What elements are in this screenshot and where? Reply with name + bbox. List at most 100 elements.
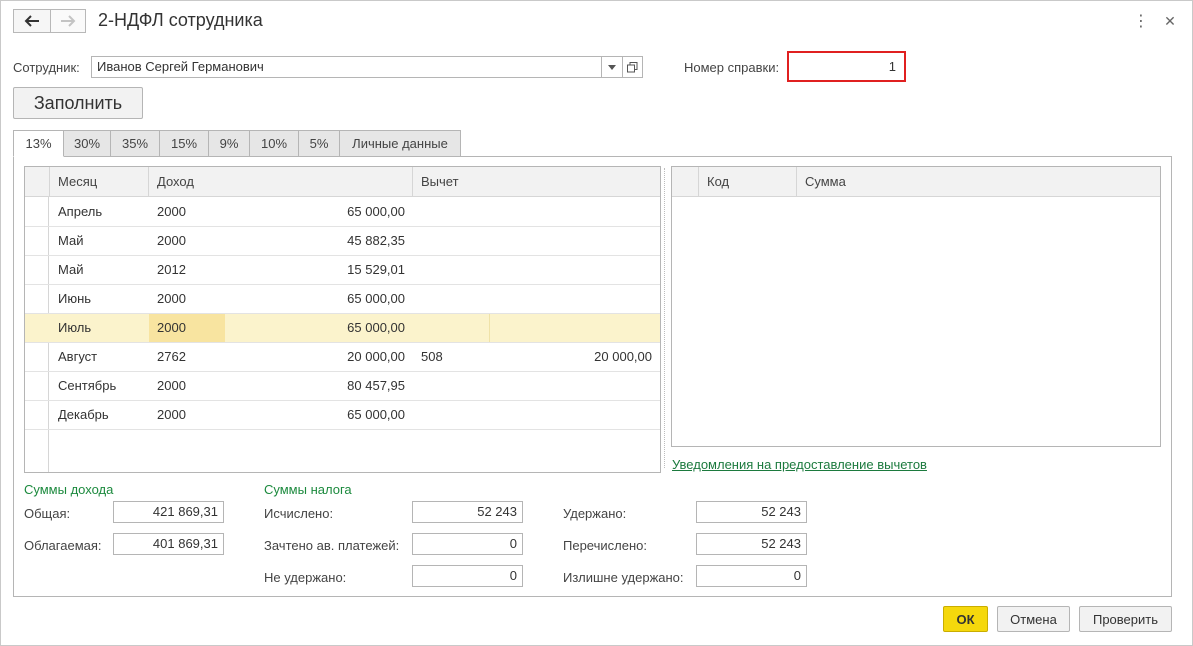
cell-income-amount: 15 529,01 bbox=[347, 262, 405, 277]
table-row[interactable]: Июль 2000 65 000,00 bbox=[25, 314, 660, 343]
taxable-income-field[interactable]: 401 869,31 bbox=[113, 533, 224, 555]
advance-payments-field[interactable]: 0 bbox=[412, 533, 523, 555]
cell-month: Август bbox=[58, 349, 98, 364]
cell-income-code: 2000 bbox=[157, 407, 186, 422]
tab-13[interactable]: 13% bbox=[13, 130, 64, 157]
cell-deduction-amount bbox=[489, 256, 660, 284]
cell-month: Декабрь bbox=[58, 407, 109, 422]
chevron-down-icon bbox=[608, 64, 616, 70]
cell-deduction-amount bbox=[489, 401, 660, 429]
cell-month: Сентябрь bbox=[58, 378, 117, 393]
table-row[interactable]: Сентябрь 2000 80 457,95 bbox=[25, 372, 660, 401]
income-table[interactable]: Месяц Доход Вычет Апрель 2000 65 000,00 Май… bbox=[24, 166, 661, 473]
not-withheld-label: Не удержано: bbox=[264, 570, 347, 585]
table-row[interactable]: Май 2012 15 529,01 bbox=[25, 256, 660, 285]
cell-income-amount: 65 000,00 bbox=[347, 291, 405, 306]
table-row[interactable]: Апрель 2000 65 000,00 bbox=[25, 198, 660, 227]
deductions-table[interactable]: Код Сумма bbox=[671, 166, 1161, 447]
cell-income-code: 2000 bbox=[157, 233, 186, 248]
cell-income-code: 2762 bbox=[157, 349, 186, 364]
notifications-link[interactable]: Уведомления на предоставление вычетов bbox=[672, 457, 927, 472]
more-icon[interactable]: ⋮ bbox=[1132, 12, 1150, 30]
withheld-field[interactable]: 52 243 bbox=[696, 501, 807, 523]
cell-deduction-code bbox=[413, 256, 489, 284]
header-income[interactable]: Доход bbox=[149, 167, 413, 197]
open-window-icon bbox=[627, 61, 638, 72]
cell-income-amount: 65 000,00 bbox=[347, 204, 405, 219]
total-income-field[interactable]: 421 869,31 bbox=[113, 501, 224, 523]
header-marker bbox=[25, 167, 50, 197]
transferred-field[interactable]: 52 243 bbox=[696, 533, 807, 555]
income-sums-title: Суммы дохода bbox=[24, 482, 114, 497]
rate-tabs: 13% 30% 35% 15% 9% 10% 5% Личные данные bbox=[13, 130, 461, 157]
certificate-number-label: Номер справки: bbox=[684, 60, 780, 75]
taxable-income-label: Облагаемая: bbox=[24, 538, 102, 553]
cell-income-code: 2000 bbox=[157, 291, 186, 306]
income-table-header: Месяц Доход Вычет bbox=[25, 167, 660, 197]
tab-personal-data[interactable]: Личные данные bbox=[340, 130, 461, 157]
cell-income-amount: 65 000,00 bbox=[347, 320, 405, 335]
cell-deduction-code bbox=[413, 285, 489, 313]
cell-deduction-code bbox=[413, 198, 489, 226]
excess-withheld-field[interactable]: 0 bbox=[696, 565, 807, 587]
table-row[interactable]: Май 2000 45 882,35 bbox=[25, 227, 660, 256]
deductions-table-header: Код Сумма bbox=[672, 167, 1160, 197]
header-marker bbox=[672, 167, 699, 197]
table-row[interactable]: Декабрь 2000 65 000,00 bbox=[25, 401, 660, 430]
cell-deduction-code bbox=[413, 401, 489, 429]
header-sum[interactable]: Сумма bbox=[797, 167, 1160, 197]
header-month[interactable]: Месяц bbox=[50, 167, 149, 197]
cell-deduction-amount bbox=[489, 227, 660, 255]
calculated-field[interactable]: 52 243 bbox=[412, 501, 523, 523]
forward-button[interactable] bbox=[50, 9, 86, 33]
not-withheld-field[interactable]: 0 bbox=[412, 565, 523, 587]
cell-deduction-code bbox=[413, 314, 489, 342]
cell-deduction-amount: 20 000,00 bbox=[594, 349, 652, 364]
transferred-label: Перечислено: bbox=[563, 538, 647, 553]
advance-payments-label: Зачтено ав. платежей: bbox=[264, 538, 400, 553]
cell-income-amount: 45 882,35 bbox=[347, 233, 405, 248]
window-title: 2-НДФЛ сотрудника bbox=[98, 10, 263, 30]
arrow-right-icon bbox=[61, 15, 76, 27]
cell-month: Апрель bbox=[58, 204, 103, 219]
back-button[interactable] bbox=[13, 9, 51, 33]
table-row[interactable]: Август 2762 20 000,00 508 20 000,00 bbox=[25, 343, 660, 372]
cell-month: Июнь bbox=[58, 291, 92, 306]
cell-deduction-amount bbox=[489, 372, 660, 400]
check-button[interactable]: Проверить bbox=[1079, 606, 1172, 632]
tab-30[interactable]: 30% bbox=[64, 130, 111, 157]
header-code[interactable]: Код bbox=[699, 167, 797, 197]
employee-field[interactable]: Иванов Сергей Германович bbox=[91, 56, 602, 78]
cell-income-amount: 65 000,00 bbox=[347, 407, 405, 422]
splitter[interactable] bbox=[664, 168, 665, 468]
table-row[interactable]: Июнь 2000 65 000,00 bbox=[25, 285, 660, 314]
cancel-button[interactable]: Отмена bbox=[997, 606, 1070, 632]
withheld-label: Удержано: bbox=[563, 506, 627, 521]
header-deduction[interactable]: Вычет bbox=[413, 167, 660, 197]
tab-35[interactable]: 35% bbox=[111, 130, 160, 157]
total-income-label: Общая: bbox=[24, 506, 71, 521]
tab-5[interactable]: 5% bbox=[299, 130, 340, 157]
cell-income-amount: 80 457,95 bbox=[347, 378, 405, 393]
close-icon[interactable]: ✕ bbox=[1161, 12, 1179, 30]
ok-button[interactable]: ОК bbox=[943, 606, 988, 632]
fill-button[interactable]: Заполнить bbox=[13, 87, 143, 119]
cell-income-code: 2000 bbox=[157, 378, 186, 393]
cell-month: Июль bbox=[58, 320, 92, 335]
cell-deduction-amount bbox=[489, 198, 660, 226]
employee-open-button[interactable] bbox=[622, 56, 643, 78]
cell-deduction-code bbox=[413, 227, 489, 255]
cell-income-code: 2000 bbox=[157, 204, 186, 219]
employee-label: Сотрудник: bbox=[13, 60, 80, 75]
tab-10[interactable]: 10% bbox=[250, 130, 299, 157]
cell-deduction-code: 508 bbox=[421, 349, 443, 364]
employee-dropdown-button[interactable] bbox=[601, 56, 623, 78]
tab-15[interactable]: 15% bbox=[160, 130, 209, 157]
certificate-number-field[interactable]: 1 bbox=[787, 51, 906, 82]
arrow-left-icon bbox=[24, 15, 39, 27]
excess-withheld-label: Излишне удержано: bbox=[563, 570, 684, 585]
tab-9[interactable]: 9% bbox=[209, 130, 250, 157]
cell-deduction-code bbox=[413, 372, 489, 400]
calculated-label: Исчислено: bbox=[264, 506, 334, 521]
cell-deduction-amount bbox=[489, 285, 660, 313]
